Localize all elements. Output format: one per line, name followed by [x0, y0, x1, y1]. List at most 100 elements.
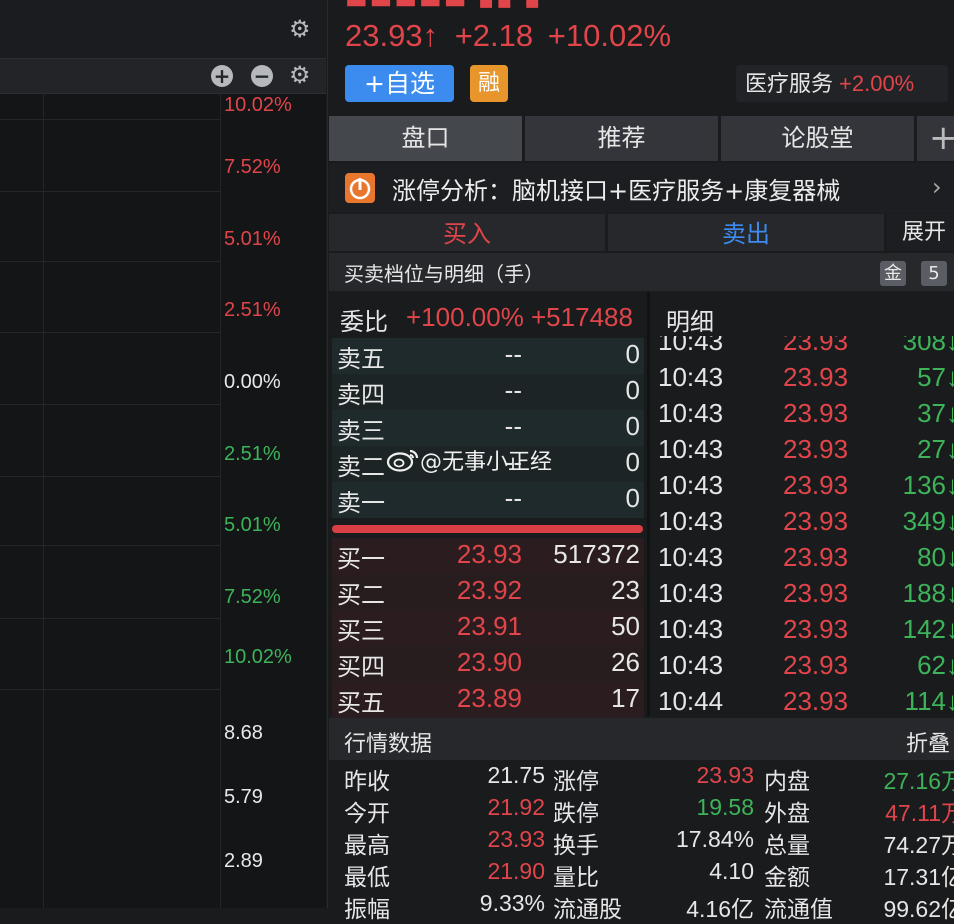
tick-time: 10:43 — [658, 506, 724, 536]
market-data-row: 振幅 9.33% 流通股 4.16亿 流通值 99.62亿 — [329, 890, 954, 923]
bid-volume: 26 — [611, 647, 640, 677]
market-data-value: 27.16万 — [883, 768, 954, 794]
tick-row: 10:43 23.93 57↓ — [652, 362, 954, 398]
market-data-value: 17.31亿 — [883, 864, 954, 890]
bid-price: 23.92 — [456, 575, 522, 605]
bid-price: 23.90 — [456, 647, 522, 677]
tick-volume: 37↓ — [917, 398, 954, 428]
market-data-key: 金额 — [764, 865, 810, 891]
add-watchlist-button[interactable]: +自选 — [345, 65, 454, 102]
zoom-out-icon[interactable]: − — [251, 65, 273, 87]
five-level-badge[interactable]: 5 — [921, 261, 947, 286]
grid-line — [43, 94, 44, 908]
fold-button[interactable]: 折叠 — [906, 726, 950, 758]
grid-line — [0, 191, 220, 192]
tick-row: 10:43 23.93 142↓ — [652, 614, 954, 650]
order-ratio-volume: +517488 — [531, 302, 633, 332]
margin-trading-badge[interactable]: 融 — [470, 65, 508, 102]
market-data-key: 跌停 — [553, 801, 599, 827]
market-data-key: 量比 — [553, 865, 599, 891]
market-data-value: 23.93 — [487, 826, 545, 852]
axis-label: 5.01% — [224, 228, 281, 250]
bid-row[interactable]: 买二 23.92 23 — [332, 574, 644, 610]
chart-top-bar: ⚙ — [0, 0, 326, 59]
grid-line — [0, 618, 220, 619]
market-data-key: 振幅 — [344, 897, 390, 923]
tab-recommend[interactable]: 推荐 — [525, 116, 718, 161]
analysis-icon — [345, 173, 375, 203]
tick-time: 10:43 — [658, 542, 724, 572]
tab-order-book[interactable]: 盘口 — [329, 116, 522, 161]
grid-line — [220, 94, 221, 908]
weibo-logo-icon — [386, 447, 420, 479]
bid-row[interactable]: 买四 23.90 26 — [332, 646, 644, 682]
tick-time: 10:43 — [658, 362, 724, 392]
grid-line — [0, 261, 220, 262]
axis-label: 2.89 — [224, 850, 263, 872]
watermark-text: @无事小正经 — [420, 450, 553, 475]
tick-detail-title: 明细 — [666, 308, 714, 336]
zoom-in-icon[interactable]: + — [211, 65, 233, 87]
ask-volume: 0 — [625, 447, 640, 477]
bid-volume: 50 — [611, 611, 640, 641]
market-data-value: 23.93 — [696, 762, 754, 788]
tab-forum[interactable]: 论股堂 — [721, 116, 914, 161]
bid-row[interactable]: 买三 23.91 50 — [332, 610, 644, 646]
price-change: +2.18 — [454, 18, 534, 53]
ask-volume: 0 — [625, 339, 640, 369]
market-data-key: 流通股 — [553, 897, 622, 923]
tick-row: 10:43 23.93 349↓ — [652, 506, 954, 542]
add-tab-button[interactable]: + — [917, 116, 954, 161]
market-data-value: 21.90 — [487, 858, 545, 884]
tick-volume: 136↓ — [902, 470, 954, 500]
expand-button[interactable]: 展开 — [887, 214, 954, 251]
buy-button[interactable]: 买入 — [329, 214, 605, 251]
ask-level-label: 卖五 — [337, 345, 385, 373]
order-ratio-pct: +100.00% — [406, 302, 524, 332]
ask-level-label: 卖一 — [337, 489, 385, 517]
market-data-key: 总量 — [764, 833, 810, 859]
intraday-chart-panel: ⚙ + − ⚙ 10.02% 7.52% 5.01% 2.51% 0.00% 2.51% 5… — [0, 0, 326, 908]
tick-detail-list[interactable]: 10:43 23.93 308↓ 10:43 23.93 57↓ 10:43 23.93 37↓… — [652, 336, 954, 716]
tick-volume: 62↓ — [917, 650, 954, 680]
bid-volume: 23 — [611, 575, 640, 605]
market-data-value: 21.92 — [487, 794, 545, 820]
gold-badge[interactable]: 金 — [880, 261, 906, 286]
tick-time: 10:43 — [658, 470, 724, 500]
ask-row[interactable]: 卖三 -- 0 — [332, 410, 644, 446]
ask-price: -- — [504, 339, 522, 369]
tick-row: 10:44 23.93 114↓ — [652, 686, 954, 716]
bid-row[interactable]: 买一 23.93 517372 — [332, 538, 644, 574]
price-change-pct: +10.02% — [547, 18, 672, 53]
ask-row[interactable]: 卖四 -- 0 — [332, 374, 644, 410]
sector-badge[interactable]: 医疗服务 +2.00% — [736, 65, 948, 102]
bid-level-label: 买三 — [337, 617, 385, 645]
tick-row: 10:43 23.93 80↓ — [652, 542, 954, 578]
ask-level-label: 卖四 — [337, 381, 385, 409]
market-data-key: 最高 — [344, 833, 390, 859]
tick-row: 10:43 23.93 308↓ — [652, 336, 954, 362]
settings-gear-icon[interactable]: ⚙ — [289, 17, 311, 41]
ask-level-label: 卖二 — [337, 453, 385, 481]
ask-row[interactable]: 卖五 -- 0 — [332, 338, 644, 374]
tick-volume: 57↓ — [917, 362, 954, 392]
axis-label: 5.79 — [224, 786, 263, 808]
sell-button[interactable]: 卖出 — [608, 214, 884, 251]
chart-settings-gear-icon[interactable]: ⚙ — [289, 63, 311, 87]
tick-volume: 80↓ — [917, 542, 954, 572]
market-data-row: 今开 21.92 跌停 19.58 外盘 47.11万 — [329, 794, 954, 827]
tick-time: 10:43 — [658, 434, 724, 464]
axis-label: 0.00% — [224, 371, 281, 393]
sector-name: 医疗服务 — [745, 72, 834, 97]
chart-toolbar: + − ⚙ — [0, 59, 326, 94]
ask-row[interactable]: 卖一 -- 0 — [332, 482, 644, 518]
market-data-title: 行情数据 — [344, 732, 433, 757]
tick-volume: 308↓ — [902, 336, 954, 356]
market-data-key: 涨停 — [553, 769, 599, 795]
bid-row[interactable]: 买五 23.89 17 — [332, 682, 644, 718]
axis-label: 7.52% — [224, 156, 281, 178]
market-data-value: 99.62亿 — [883, 896, 954, 922]
chevron-right-icon[interactable]: › — [932, 173, 942, 201]
bid-price: 23.93 — [456, 539, 522, 569]
market-data-row: 最低 21.90 量比 4.10 金额 17.31亿 — [329, 858, 954, 891]
